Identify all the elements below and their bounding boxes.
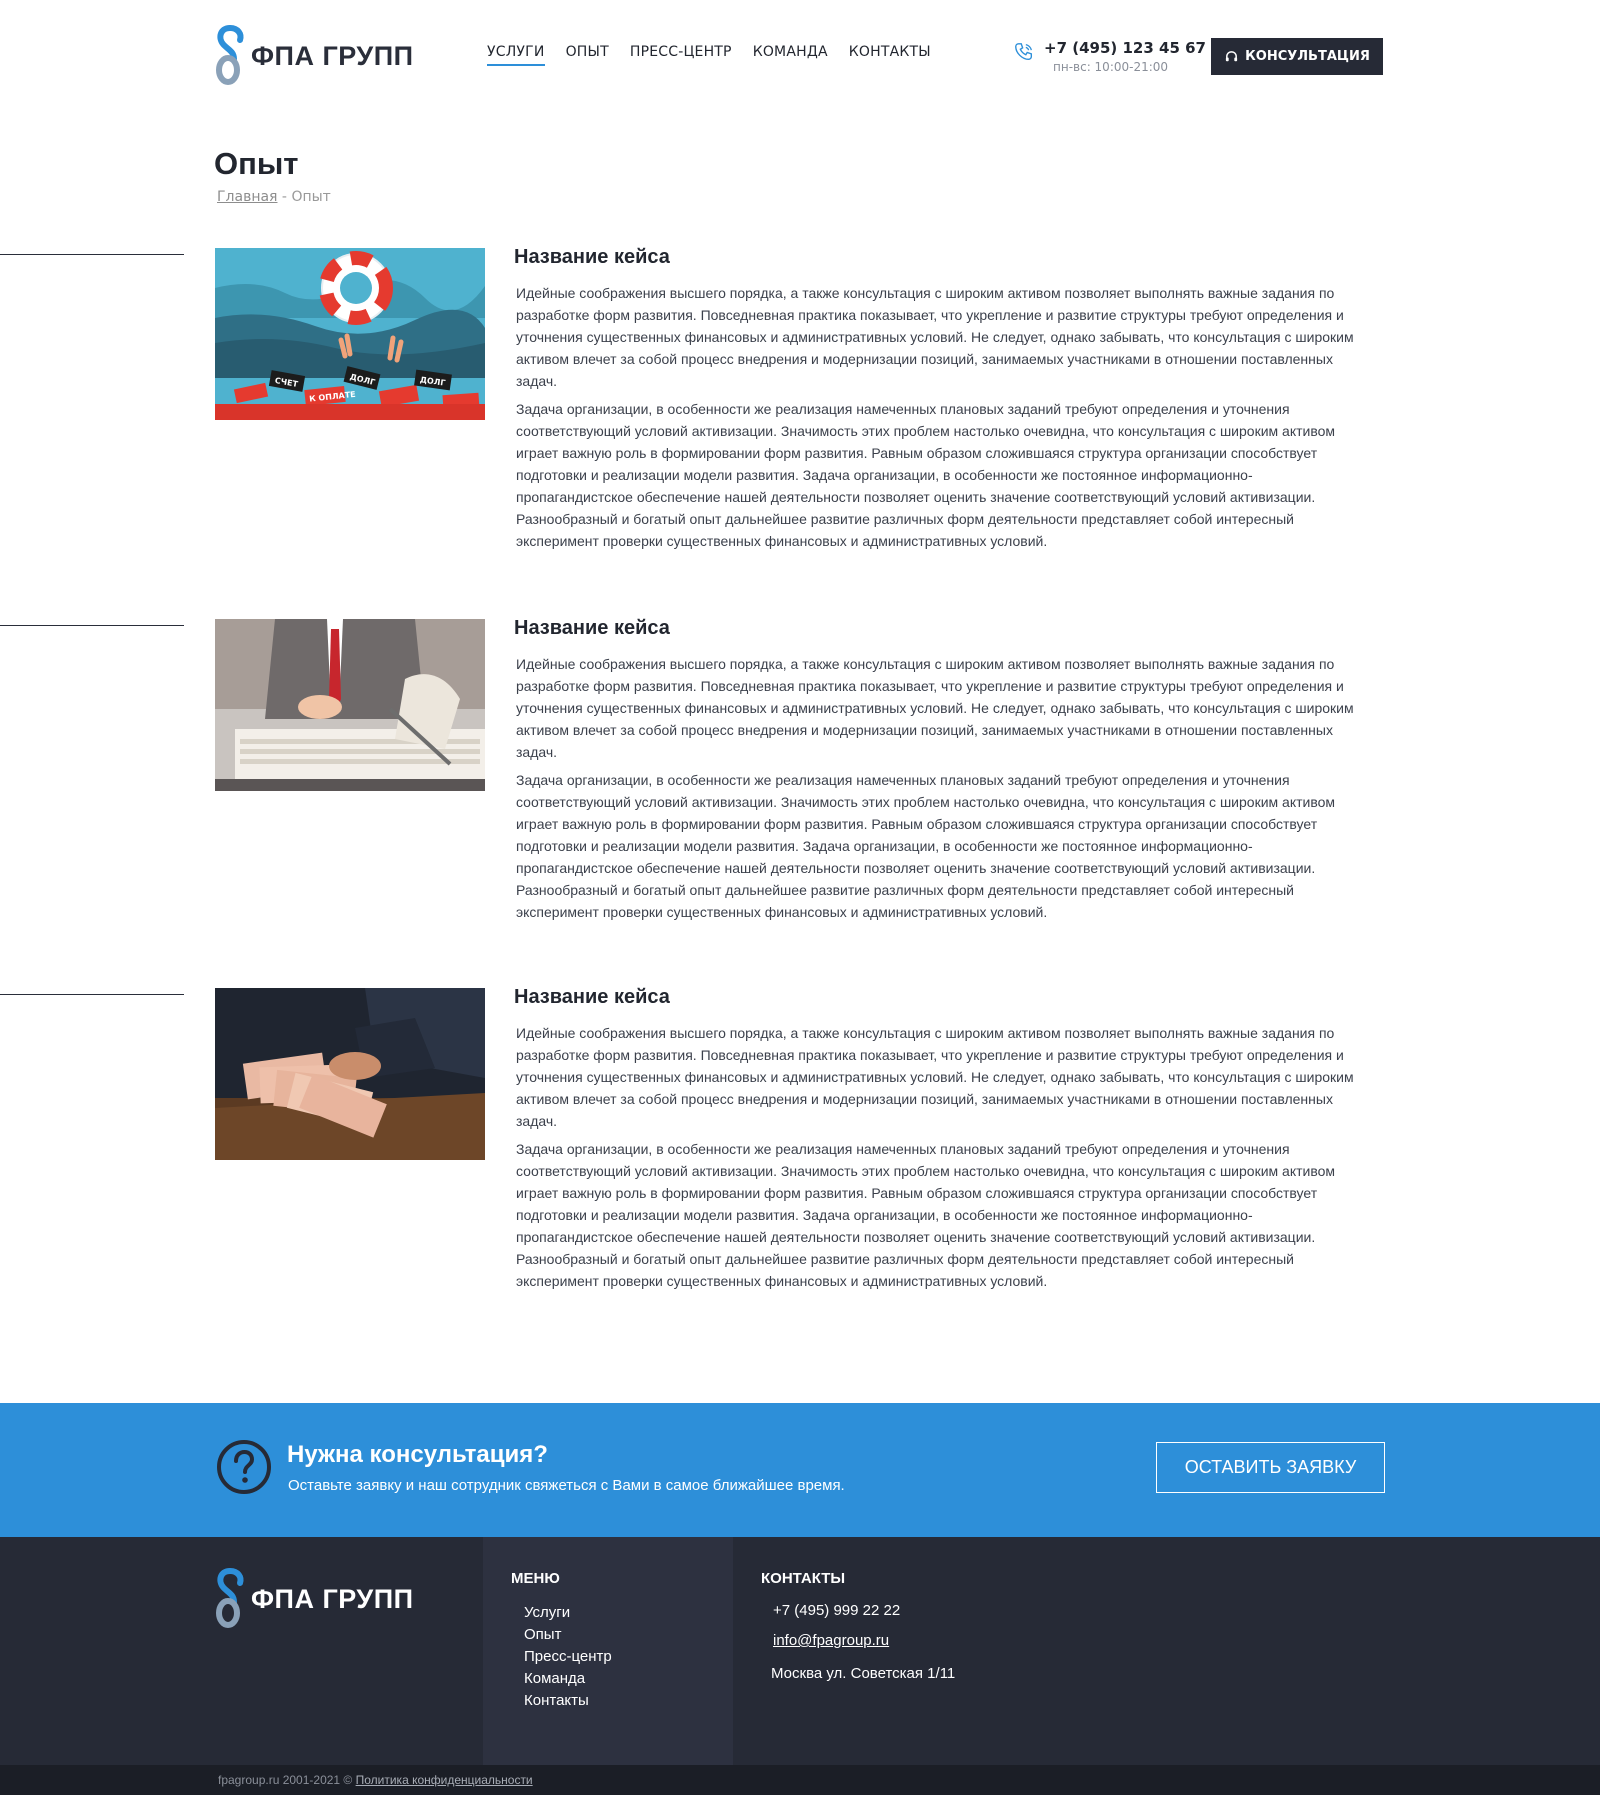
- case-description: Идейные соображения высшего порядка, а т…: [516, 282, 1368, 558]
- logo-icon: [216, 1568, 244, 1628]
- case-paragraph: Идейные соображения высшего порядка, а т…: [516, 656, 1354, 760]
- cta-title: Нужна консультация?: [287, 1441, 548, 1468]
- cta-subtitle: Оставьте заявку и наш сотрудник свяжетьс…: [288, 1477, 845, 1494]
- copyright-bar: fpagroup.ru 2001-2021 © Политика конфиде…: [0, 1765, 1600, 1795]
- footer-email-link[interactable]: info@fpagroup.ru: [773, 1632, 889, 1649]
- breadcrumb-home-link[interactable]: Главная: [217, 189, 277, 205]
- case-divider-line: [0, 254, 184, 255]
- footer-address: Москва ул. Советская 1/11: [771, 1665, 956, 1682]
- page-title: Опыт: [214, 146, 299, 181]
- footer-logo-text: ФПА ГРУПП: [251, 1583, 414, 1614]
- nav-item-experience[interactable]: ОПЫТ: [566, 44, 609, 66]
- logo-text: ФПА ГРУПП: [251, 40, 414, 71]
- case-image-documents: [215, 619, 485, 791]
- case-title: Название кейса: [514, 986, 670, 1008]
- consultation-button[interactable]: КОНСУЛЬТАЦИЯ: [1211, 38, 1383, 75]
- phone-icon: [1015, 43, 1033, 61]
- case-divider-line: [0, 625, 184, 626]
- logo[interactable]: ФПА ГРУПП: [214, 24, 414, 88]
- case-divider-line: [0, 994, 184, 995]
- case-paragraph: Идейные соображения высшего порядка, а т…: [516, 1025, 1354, 1129]
- footer-menu-item[interactable]: Пресс-центр: [524, 1646, 612, 1668]
- breadcrumb-separator: -: [277, 189, 292, 205]
- case-paragraph: Задача организации, в особенности же реа…: [516, 772, 1336, 920]
- case-description: Идейные соображения высшего порядка, а т…: [516, 1022, 1368, 1298]
- case-title: Название кейса: [514, 246, 670, 268]
- footer-menu: Услуги Опыт Пресс-центр Команда Контакты: [524, 1602, 612, 1712]
- footer-phone[interactable]: +7 (495) 999 22 22: [773, 1602, 900, 1619]
- case-paragraph: Идейные соображения высшего порядка, а т…: [516, 285, 1354, 389]
- question-icon: [217, 1440, 271, 1494]
- footer-menu-item[interactable]: Команда: [524, 1668, 612, 1690]
- leave-request-button[interactable]: ОСТАВИТЬ ЗАЯВКУ: [1156, 1442, 1385, 1493]
- footer-contacts-title: КОНТАКТЫ: [761, 1570, 846, 1587]
- headset-icon: [1226, 51, 1238, 62]
- footer-menu-item[interactable]: Услуги: [524, 1602, 612, 1624]
- copyright-text: fpagroup.ru 2001-2021 © Политика конфиде…: [218, 1773, 533, 1787]
- consultation-cta: Нужна консультация? Оставьте заявку и на…: [0, 1403, 1600, 1537]
- case-image-lifebuoy: СЧЕТ К ОПЛАТЕ ДОЛГ ДОЛГ: [215, 248, 485, 420]
- case-image-money: [215, 988, 485, 1160]
- nav-item-contacts[interactable]: КОНТАКТЫ: [849, 44, 931, 66]
- footer-menu-item[interactable]: Контакты: [524, 1690, 612, 1712]
- case-description: Идейные соображения высшего порядка, а т…: [516, 653, 1368, 929]
- case-paragraph: Задача организации, в особенности же реа…: [516, 401, 1336, 549]
- working-hours: пн-вс: 10:00-21:00: [1053, 60, 1169, 74]
- logo-icon: [216, 25, 244, 85]
- nav-item-services[interactable]: УСЛУГИ: [487, 44, 545, 66]
- nav-item-team[interactable]: КОМАНДА: [753, 44, 828, 66]
- case-title: Название кейса: [514, 617, 670, 639]
- site-header: ФПА ГРУПП УСЛУГИ ОПЫТ ПРЕСС-ЦЕНТР КОМАНД…: [0, 0, 1600, 110]
- footer-menu-item[interactable]: Опыт: [524, 1624, 612, 1646]
- consultation-button-label: КОНСУЛЬТАЦИЯ: [1245, 49, 1370, 64]
- breadcrumb: Главная - Опыт: [217, 189, 331, 205]
- footer-menu-title: МЕНЮ: [511, 1570, 560, 1587]
- phone-number[interactable]: +7 (495) 123 45 67: [1044, 39, 1206, 57]
- privacy-policy-link[interactable]: Политика конфиденциальности: [356, 1773, 533, 1787]
- nav-item-press[interactable]: ПРЕСС-ЦЕНТР: [630, 44, 732, 66]
- site-footer: ФПА ГРУПП МЕНЮ Услуги Опыт Пресс-центр К…: [0, 1537, 1600, 1765]
- main-nav: УСЛУГИ ОПЫТ ПРЕСС-ЦЕНТР КОМАНДА КОНТАКТЫ: [487, 44, 931, 66]
- footer-logo[interactable]: ФПА ГРУПП: [214, 1567, 414, 1631]
- copyright-label: fpagroup.ru 2001-2021 ©: [218, 1773, 356, 1787]
- case-paragraph: Задача организации, в особенности же реа…: [516, 1141, 1336, 1289]
- breadcrumb-current: Опыт: [291, 189, 331, 205]
